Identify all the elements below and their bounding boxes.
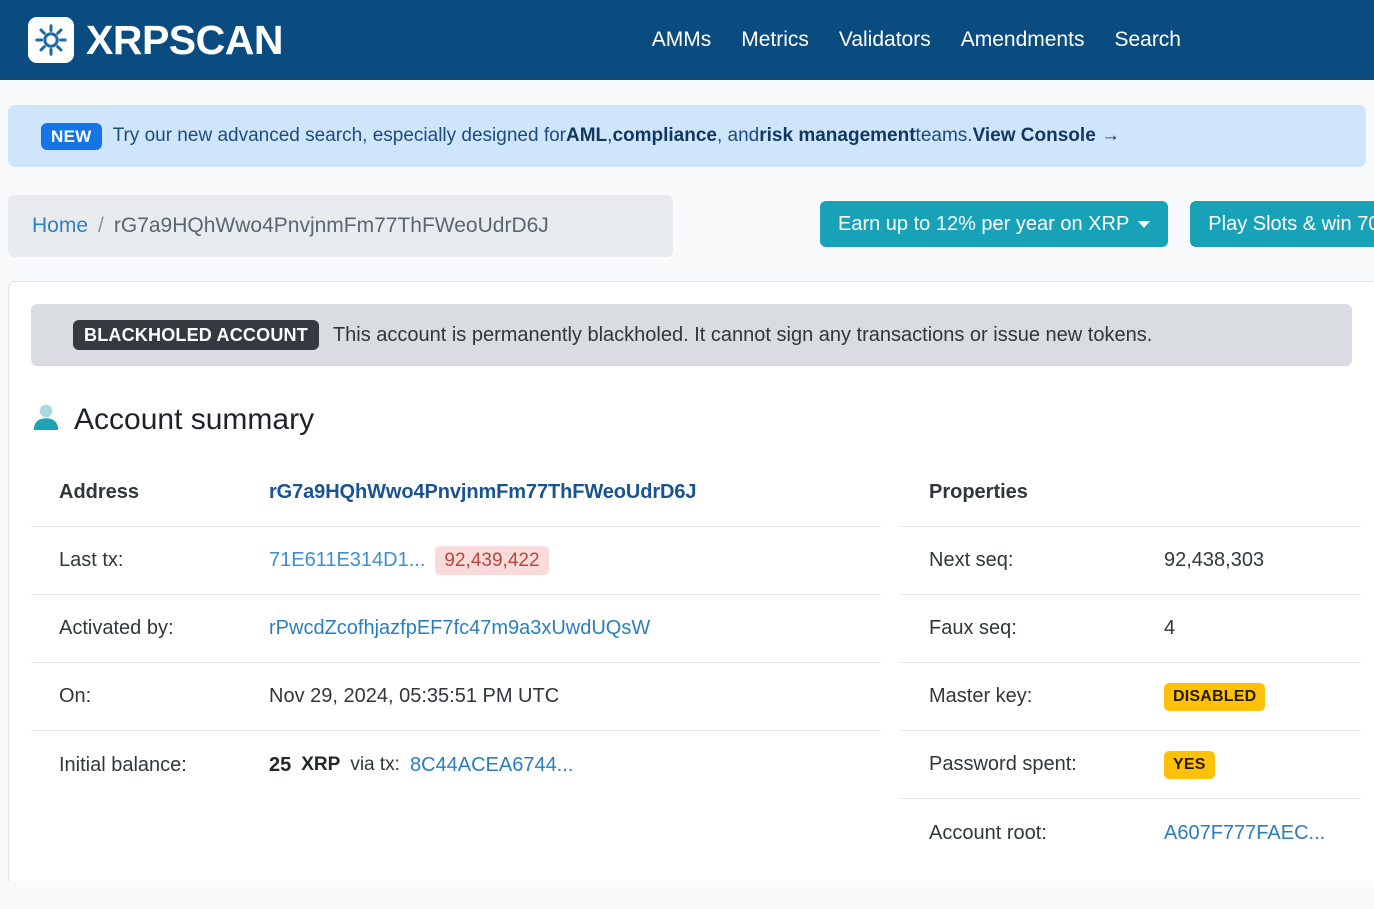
next-seq-label: Next seq: [929,549,1014,571]
new-badge: NEW [41,122,102,150]
account-address-value[interactable]: rG7a9HQhWwo4PnvjnmFm77ThFWeoUdrD6J [269,481,697,504]
table-row-initial-balance: Initial balance: 25 XRP via tx: 8C44ACEA… [31,731,881,799]
view-console-link[interactable]: View Console → [973,125,1120,147]
blackholed-alert-message: This account is permanently blackholed. … [332,323,1153,346]
play-slots-button[interactable]: Play Slots & win 70, [1190,201,1374,247]
blackholed-status-badge: BLACKHOLED ACCOUNT [73,320,319,350]
breadcrumb-row: Home / rG7a9HQhWwo4PnvjnmFm77ThFWeoUdrD6… [0,167,1374,257]
faux-seq-value: 4 [1164,617,1176,639]
initial-balance-amount: 25 [269,753,292,776]
nav-item-metrics[interactable]: Metrics [741,28,809,52]
last-tx-hash-link[interactable]: 71E611E314D1... [269,549,425,572]
nav-item-amendments[interactable]: Amendments [961,28,1085,52]
announcement-wrapper: NEW Try our new advanced search, especia… [0,80,1374,167]
password-spent-label: Password spent: [929,753,1077,775]
address-label: Address [59,481,140,503]
nav-item-search[interactable]: Search [1114,28,1181,52]
table-row-faux-seq: Faux seq: 4 [901,595,1361,663]
breadcrumb: Home / rG7a9HQhWwo4PnvjnmFm77ThFWeoUdrD6… [8,195,673,257]
master-key-status-badge: DISABLED [1164,682,1266,711]
properties-label: Properties [929,481,1028,503]
table-row-address: Address rG7a9HQhWwo4PnvjnmFm77ThFWeoUdrD… [31,459,881,527]
master-key-label: Master key: [929,685,1033,707]
account-properties-table: Properties Next seq: 92,438,303 Faux seq… [881,459,1361,867]
announcement-bold-compliance: compliance [612,125,717,146]
initial-balance-currency: XRP [301,754,341,775]
initial-balance-tx-link[interactable]: 8C44ACEA6744... [410,754,573,777]
announcement-text-1: Try our new advanced search, especially … [112,125,566,146]
table-row-activated-by: Activated by: rPwcdZcofhjazfpEF7fc47m9a3… [31,595,881,663]
chevron-down-icon [1138,220,1151,228]
earn-on-xrp-label: Earn up to 12% per year on XRP [838,212,1130,235]
announcement-text-3: , and [716,125,760,146]
table-row-master-key: Master key: DISABLED [901,663,1361,731]
table-row-activated-on: On: Nov 29, 2024, 05:35:51 PM UTC [31,663,881,731]
blackholed-account-alert: BLACKHOLED ACCOUNT This account is perma… [31,304,1352,366]
announcement-bold-risk: risk management [759,125,916,146]
initial-balance-via-label: via tx: [350,754,400,775]
brand-name: XRPSCAN [86,16,283,63]
user-icon [31,402,61,437]
activated-by-address-link[interactable]: rPwcdZcofhjazfpEF7fc47m9a3xUwdUQsW [269,617,650,640]
account-details-table: Address rG7a9HQhWwo4PnvjnmFm77ThFWeoUdrD… [9,459,881,867]
next-seq-value: 92,438,303 [1164,549,1265,571]
faux-seq-label: Faux seq: [929,617,1017,639]
nav-item-validators[interactable]: Validators [839,28,931,52]
password-spent-status-badge: YES [1164,750,1215,779]
table-row-properties-header: Properties [901,459,1361,527]
initial-balance-label: Initial balance: [59,753,187,776]
nav-item-amms[interactable]: AMMs [652,28,712,52]
activated-on-label: On: [59,685,92,707]
promo-button-group: Earn up to 12% per year on XRP Play Slot… [820,195,1374,247]
last-tx-ledger-badge: 92,439,422 [435,546,549,575]
breadcrumb-separator: / [98,214,104,237]
earn-on-xrp-dropdown-button[interactable]: Earn up to 12% per year on XRP [820,201,1169,247]
page-title: Account summary [74,402,315,436]
play-slots-label: Play Slots & win 70, [1208,212,1374,235]
summary-columns: Address rG7a9HQhWwo4PnvjnmFm77ThFWeoUdrD… [9,437,1374,867]
breadcrumb-home-link[interactable]: Home [32,214,88,238]
announcement-bold-aml: AML [566,125,608,146]
table-row-account-root: Account root: A607F777FAEC... [901,799,1361,867]
table-row-next-seq: Next seq: 92,438,303 [901,527,1361,595]
account-root-link[interactable]: A607F777FAEC... [1164,822,1325,845]
activated-on-value: Nov 29, 2024, 05:35:51 PM UTC [269,685,560,707]
brand-home-link[interactable]: XRPSCAN [28,17,283,63]
account-root-label: Account root: [929,821,1047,844]
sun-burst-logo-icon [28,17,74,63]
main-nav: AMMs Metrics Validators Amendments Searc… [652,28,1346,52]
account-summary-header: Account summary [9,366,1374,437]
last-tx-label: Last tx: [59,549,124,571]
activated-by-label: Activated by: [59,617,174,639]
table-row-password-spent: Password spent: YES [901,731,1361,799]
table-row-last-tx: Last tx: 71E611E314D1... 92,439,422 [31,527,881,595]
announcement-text-4: teams. [915,125,973,146]
top-navbar: XRPSCAN AMMs Metrics Validators Amendmen… [0,0,1374,80]
account-card: BLACKHOLED ACCOUNT This account is perma… [8,281,1374,881]
breadcrumb-current-address: rG7a9HQhWwo4PnvjnmFm77ThFWeoUdrD6J [113,214,549,237]
announcement-banner: NEW Try our new advanced search, especia… [8,105,1366,167]
